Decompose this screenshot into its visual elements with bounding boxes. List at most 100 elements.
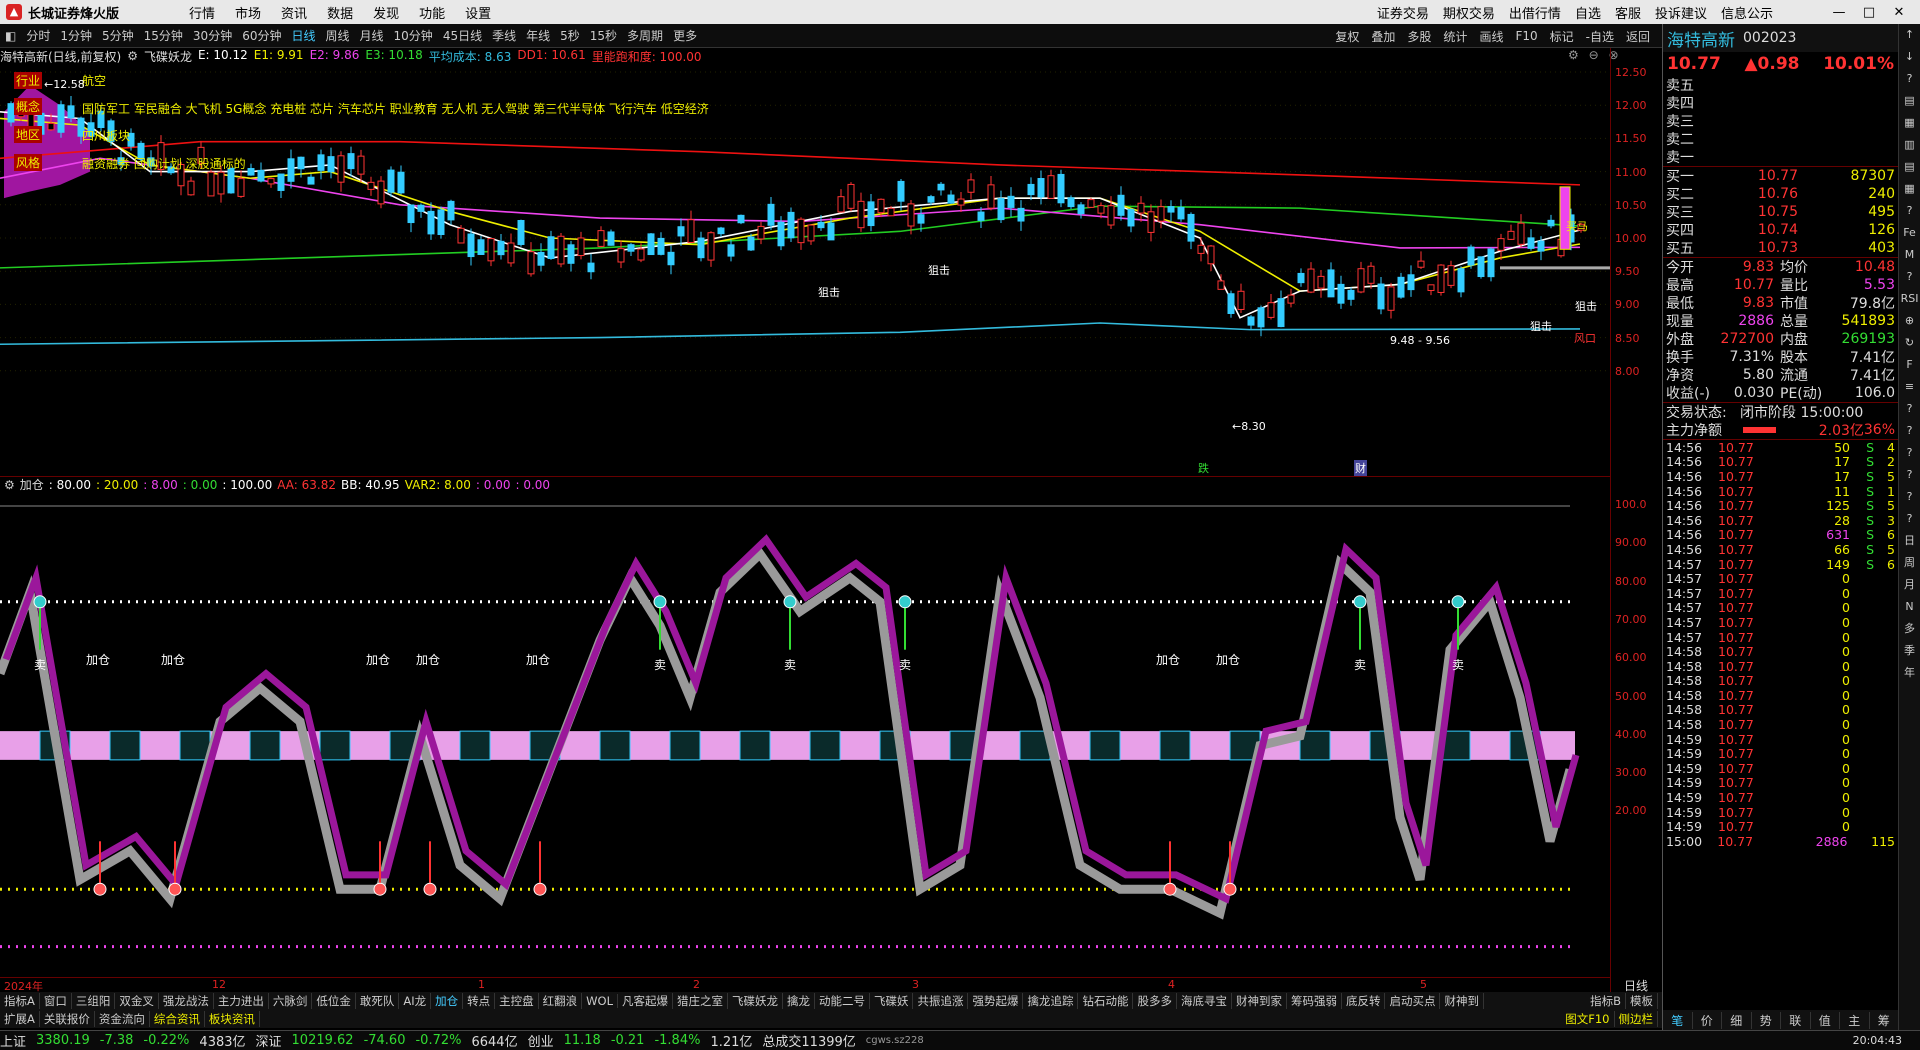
side-tool-16-icon[interactable]: ≡: [1899, 376, 1920, 398]
side-tool-19-icon[interactable]: ?: [1899, 442, 1920, 464]
bid-row[interactable]: 买五 10.73 403: [1663, 239, 1898, 257]
right-menu-5[interactable]: 投诉建议: [1655, 3, 1707, 22]
tool-5[interactable]: F10: [1509, 29, 1543, 43]
quote-tab-5[interactable]: 值: [1811, 1011, 1840, 1029]
tool-3[interactable]: 统计: [1437, 28, 1473, 45]
indicator-tab-1[interactable]: 窗口: [40, 993, 72, 1009]
cy-index-name[interactable]: 创业: [528, 1031, 554, 1050]
indicator-tab-4[interactable]: 强龙战法: [159, 993, 214, 1009]
gear-icon[interactable]: ⚙: [127, 49, 138, 63]
period-tab-1[interactable]: 1分钟: [55, 27, 97, 44]
tool-7[interactable]: -自选: [1580, 28, 1620, 45]
indicator-tab-27[interactable]: 财神到家: [1232, 993, 1287, 1009]
indicator-tab-21[interactable]: 共振追涨: [913, 993, 969, 1009]
indicator-tab-10[interactable]: 加仓: [431, 993, 464, 1009]
indicator-tab-23[interactable]: 擒龙追踪: [1023, 993, 1079, 1009]
sh-index-name[interactable]: 上证: [0, 1031, 26, 1050]
ask-row[interactable]: 卖二: [1663, 130, 1898, 148]
side-tool-26-icon[interactable]: N: [1899, 596, 1920, 618]
right-menu-2[interactable]: 出借行情: [1509, 3, 1561, 22]
panel-tab-2[interactable]: 资金流向: [95, 1011, 150, 1027]
indicator-tab-2[interactable]: 三组阳: [72, 993, 116, 1009]
right-menu-3[interactable]: 自选: [1575, 3, 1601, 22]
menu-4[interactable]: 发现: [373, 7, 399, 22]
side-tool-24-icon[interactable]: 周: [1899, 552, 1920, 574]
period-tab-6[interactable]: 日线: [286, 27, 320, 44]
indicator-tab-13[interactable]: 红翻浪: [539, 993, 583, 1009]
indicator-tab-18[interactable]: 擒龙: [783, 993, 815, 1009]
indicator-tab-11[interactable]: 转点: [463, 993, 496, 1009]
side-tool-0-icon[interactable]: ↑: [1899, 24, 1920, 46]
indicator-gear-icon[interactable]: ⚙: [4, 478, 15, 492]
side-tool-4-icon[interactable]: ▦: [1899, 112, 1920, 134]
side-tool-2-icon[interactable]: ?: [1899, 68, 1920, 90]
side-tool-20-icon[interactable]: ?: [1899, 464, 1920, 486]
tool-2[interactable]: 多股: [1401, 28, 1437, 45]
close-icon[interactable]: ✕: [1884, 5, 1914, 20]
panel-tab-4[interactable]: 板块资讯: [205, 1011, 260, 1027]
indicator-name[interactable]: 飞碟妖龙: [144, 48, 192, 65]
main-kline-chart[interactable]: [0, 64, 1610, 476]
period-tab-7[interactable]: 周线: [321, 27, 355, 44]
side-tool-14-icon[interactable]: ↻: [1899, 332, 1920, 354]
menu-0[interactable]: 行情: [189, 7, 215, 22]
ask-row[interactable]: 卖五: [1663, 76, 1898, 94]
quote-tab-0[interactable]: 笔: [1663, 1011, 1693, 1029]
indicator-tab-15[interactable]: 凡客起爆: [618, 993, 673, 1009]
quote-tab-3[interactable]: 势: [1752, 1011, 1781, 1029]
side-tool-1-icon[interactable]: ↓: [1899, 46, 1920, 68]
minus-icon[interactable]: ⊖: [1589, 48, 1599, 62]
indicator-right-tab-1[interactable]: 模板: [1626, 993, 1658, 1009]
panel-tab-0[interactable]: 扩展A: [0, 1011, 40, 1027]
side-tool-17-icon[interactable]: ?: [1899, 398, 1920, 420]
side-tool-11-icon[interactable]: ?: [1899, 266, 1920, 288]
period-tab-12[interactable]: 年线: [521, 27, 555, 44]
right-menu-6[interactable]: 信息公示: [1721, 3, 1773, 22]
side-tool-13-icon[interactable]: ⊕: [1899, 310, 1920, 332]
tool-6[interactable]: 标记: [1544, 28, 1580, 45]
settings-icon[interactable]: ⚙: [1568, 48, 1579, 62]
panel-right-tab-1[interactable]: 侧边栏: [1615, 1011, 1658, 1027]
side-tool-8-icon[interactable]: ?: [1899, 200, 1920, 222]
indicator-tab-29[interactable]: 底反转: [1342, 993, 1386, 1009]
tool-1[interactable]: 叠加: [1365, 28, 1401, 45]
sz-index-name[interactable]: 深证: [256, 1031, 282, 1050]
side-tool-6-icon[interactable]: ▤: [1899, 156, 1920, 178]
side-tool-15-icon[interactable]: F: [1899, 354, 1920, 376]
period-tab-9[interactable]: 10分钟: [389, 27, 438, 44]
right-menu-4[interactable]: 客服: [1615, 3, 1641, 22]
period-tab-5[interactable]: 60分钟: [237, 27, 286, 44]
menu-5[interactable]: 功能: [419, 7, 445, 22]
tool-8[interactable]: 返回: [1620, 28, 1656, 45]
bid-row[interactable]: 买三 10.75 495: [1663, 203, 1898, 221]
period-tab-4[interactable]: 30分钟: [188, 27, 237, 44]
side-tool-25-icon[interactable]: 月: [1899, 574, 1920, 596]
side-tool-9-icon[interactable]: Fe: [1899, 222, 1920, 244]
period-tab-15[interactable]: 多周期: [622, 27, 668, 44]
panel-tab-3[interactable]: 综合资讯: [150, 1011, 205, 1027]
ask-row[interactable]: 卖四: [1663, 94, 1898, 112]
tool-0[interactable]: 复权: [1329, 28, 1365, 45]
quote-tab-7[interactable]: 筹: [1870, 1011, 1899, 1029]
period-tab-13[interactable]: 5秒: [555, 27, 585, 44]
indicator-tab-8[interactable]: 敢死队: [356, 993, 400, 1009]
period-tab-8[interactable]: 月线: [355, 27, 389, 44]
period-tab-3[interactable]: 15分钟: [139, 27, 188, 44]
indicator-tab-20[interactable]: 飞碟妖: [870, 993, 914, 1009]
indicator-tab-17[interactable]: 飞碟妖龙: [728, 993, 783, 1009]
indicator-tab-22[interactable]: 强势起爆: [968, 993, 1024, 1009]
period-tab-14[interactable]: 15秒: [585, 27, 622, 44]
side-tool-18-icon[interactable]: ?: [1899, 420, 1920, 442]
expand-icon[interactable]: ◧: [0, 29, 21, 43]
side-tool-28-icon[interactable]: 季: [1899, 640, 1920, 662]
indicator-tab-12[interactable]: 主控盘: [495, 993, 539, 1009]
ask-row[interactable]: 卖一: [1663, 148, 1898, 166]
indicator-tab-0[interactable]: 指标A: [0, 993, 40, 1009]
right-menu-0[interactable]: 证券交易: [1377, 3, 1429, 22]
indicator-tab-26[interactable]: 海底寻宝: [1177, 993, 1232, 1009]
quote-tab-1[interactable]: 价: [1693, 1011, 1722, 1029]
indicator-tab-5[interactable]: 主力进出: [214, 993, 269, 1009]
bid-row[interactable]: 买二 10.76 240: [1663, 185, 1898, 203]
indicator-right-tab-0[interactable]: 指标B: [1586, 993, 1626, 1009]
menu-2[interactable]: 资讯: [281, 7, 307, 22]
